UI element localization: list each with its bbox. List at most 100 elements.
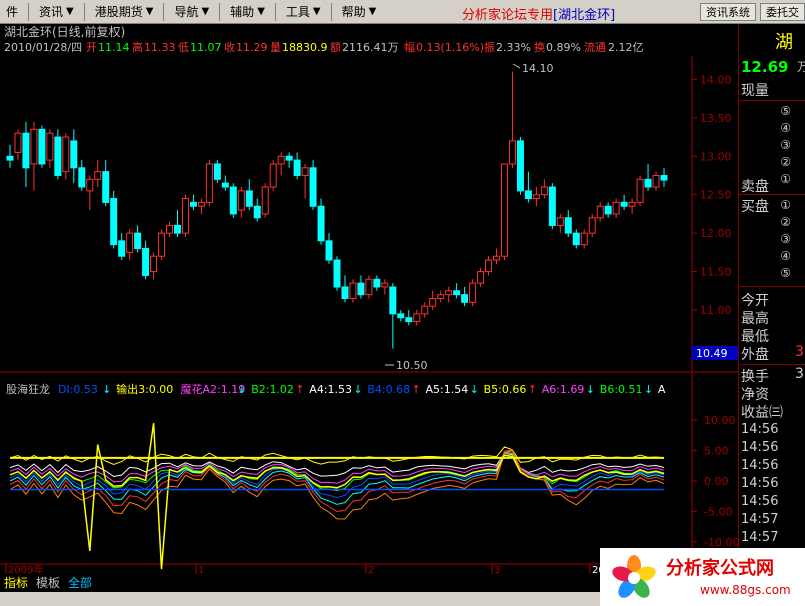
- candle: [477, 267, 485, 287]
- menu-item-0[interactable]: 件: [0, 1, 24, 23]
- candle-body: [62, 136, 70, 173]
- candle-body: [325, 240, 333, 261]
- indicator-item: B5:0.66: [484, 383, 527, 396]
- candle-body: [500, 163, 508, 257]
- header-high: 11.33: [144, 41, 176, 54]
- tick-time: 14:56: [741, 422, 779, 437]
- header-float-label: 流通: [584, 40, 606, 54]
- panel-divider-3: [739, 286, 805, 287]
- menu-item-1[interactable]: 资讯 ▼: [33, 1, 80, 23]
- time-tick-label: 2009年: [8, 563, 43, 574]
- tab-all[interactable]: 全部: [64, 575, 96, 591]
- tab-template[interactable]: 模板: [32, 575, 64, 591]
- candle-body: [293, 159, 301, 176]
- header-amp-label: 振: [484, 40, 495, 54]
- indicator-item: A: [658, 383, 666, 396]
- candle-body: [22, 132, 30, 169]
- indicator-tick-label: 10.00: [704, 414, 736, 427]
- candle-body: [237, 190, 245, 211]
- candle: [612, 198, 620, 218]
- candle: [405, 310, 413, 326]
- candle: [30, 121, 38, 191]
- menu-item-label: 辅助: [230, 5, 255, 19]
- indicator-lines: [9, 423, 665, 570]
- candle-body: [453, 290, 461, 296]
- arrow-up-icon: ↑: [295, 383, 304, 396]
- candle: [14, 129, 22, 161]
- menu-item-4[interactable]: 辅助 ▼: [224, 1, 271, 23]
- header-open: 11.14: [98, 41, 130, 54]
- candle: [38, 125, 46, 168]
- header-chg-label: 幅: [404, 41, 415, 54]
- brand-prefix: 分析家论坛专用: [462, 8, 554, 23]
- candle-body: [564, 217, 572, 234]
- candle-body: [285, 155, 293, 161]
- candle: [333, 256, 341, 291]
- candle: [189, 194, 197, 211]
- candle: [572, 229, 580, 249]
- candle: [213, 160, 221, 184]
- candle: [261, 183, 269, 218]
- menu-item-label: 导航: [174, 5, 199, 19]
- candle: [564, 210, 572, 237]
- candle: [78, 160, 86, 191]
- brand-stock: [湖北金环]: [553, 8, 616, 23]
- menu-separator: [274, 2, 276, 21]
- panel-low: 最低: [741, 329, 769, 345]
- chart-area[interactable]: 湖北金环(日线,前复权) 2010/01/28/四 开 11.14 高 11.3…: [0, 24, 738, 574]
- logo-text: 分析家公式网: [666, 557, 774, 579]
- header-amt: 2116.41万: [342, 41, 399, 54]
- candle-body: [94, 171, 102, 180]
- max-label: 14.10: [522, 62, 554, 75]
- candle-body: [110, 198, 118, 246]
- price-tick-label: 12.00: [700, 227, 732, 240]
- dropdown-arrow-icon: ▼: [368, 6, 377, 17]
- candle-body: [142, 248, 150, 276]
- indicator-line: [9, 452, 665, 478]
- header-low-label: 低: [178, 41, 189, 54]
- candle: [317, 198, 325, 245]
- candle-body: [445, 290, 453, 296]
- candle-body: [189, 201, 197, 207]
- indicator-name[interactable]: 股海狂龙: [6, 382, 50, 396]
- header-turn-label: 换: [534, 40, 545, 54]
- header-close-label: 收: [224, 40, 235, 54]
- menu-item-2[interactable]: 港股期货 ▼: [89, 1, 160, 23]
- candle: [429, 290, 437, 311]
- candle: [453, 283, 461, 299]
- candle: [357, 275, 365, 299]
- candle-body: [46, 132, 54, 161]
- delegate-button[interactable]: 委托交: [760, 3, 805, 21]
- order-level-number: ②: [780, 155, 791, 169]
- order-level-number: ③: [780, 138, 791, 152]
- candle: [54, 129, 62, 180]
- candle: [556, 213, 564, 234]
- menu-item-5[interactable]: 工具 ▼: [280, 1, 327, 23]
- dropdown-arrow-icon: ▼: [312, 6, 321, 17]
- tick-time: 14:56: [741, 440, 779, 455]
- max-marker: 14.10: [512, 62, 554, 75]
- candle-body: [413, 313, 421, 323]
- menu-item-3[interactable]: 导航 ▼: [168, 1, 215, 23]
- arrow-down-icon: ↓: [644, 383, 653, 396]
- tick-time: 14:56: [741, 476, 779, 491]
- menu-item-6[interactable]: 帮助 ▼: [336, 1, 383, 23]
- header-float: 2.12亿: [608, 41, 644, 54]
- candle-body: [588, 217, 596, 234]
- candle-body: [485, 259, 493, 273]
- candle-body: [660, 174, 668, 181]
- candle: [142, 240, 150, 280]
- arrow-up-icon: ↑: [412, 383, 421, 396]
- panel-eps: 收益㈢: [741, 405, 783, 421]
- price-tick-label: 13.00: [700, 150, 732, 163]
- order-level-number: ②: [780, 215, 791, 229]
- tab-indicator[interactable]: 指标: [0, 575, 32, 591]
- indicator-item: B6:0.51: [600, 383, 643, 396]
- candle-body: [429, 297, 437, 307]
- quote-panel: 湖 12.69 万 现量 ⑤④③②① 卖盘 买盘 ①②③④⑤ 今开 最高 最低 …: [738, 24, 805, 572]
- candle-body: [437, 294, 445, 299]
- menu-separator: [330, 2, 332, 21]
- candle-body: [277, 155, 285, 165]
- candle-body: [158, 232, 166, 257]
- info-system-button[interactable]: 资讯系统: [700, 3, 756, 21]
